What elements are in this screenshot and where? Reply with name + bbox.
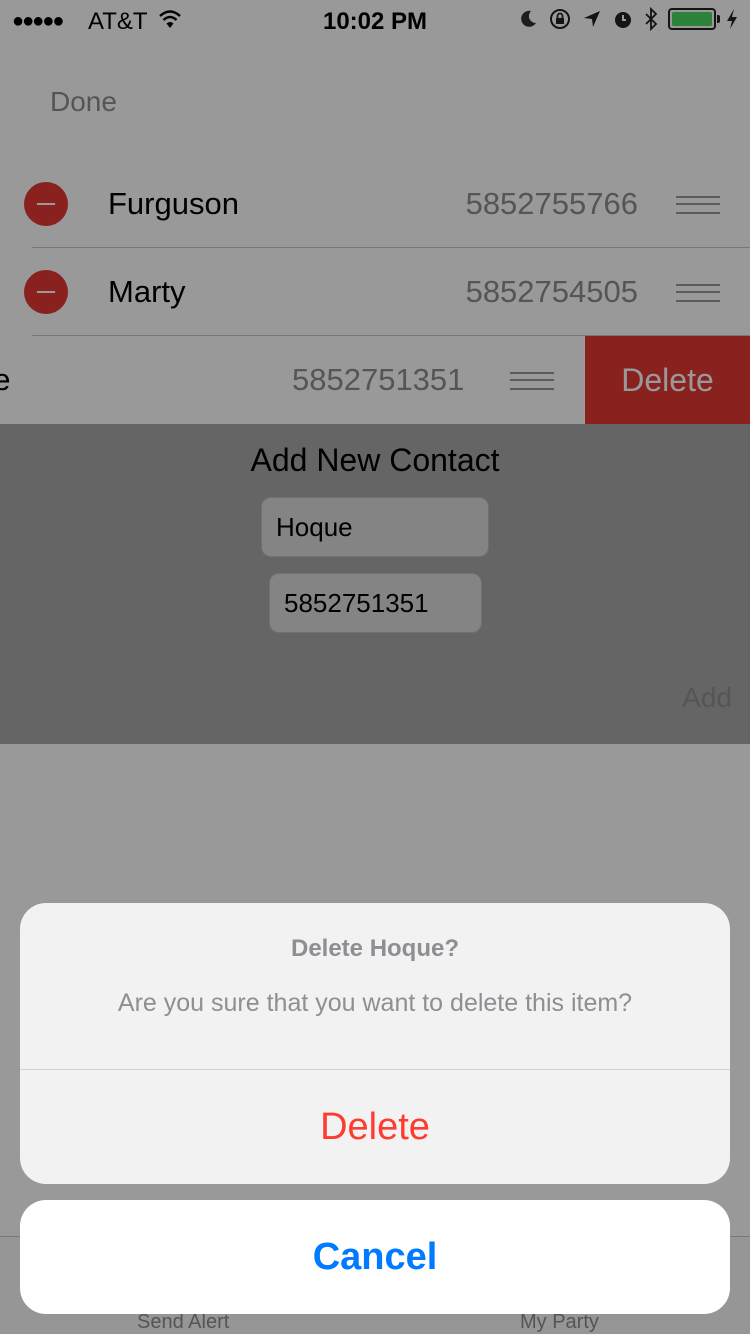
cancel-button[interactable]: Cancel bbox=[20, 1200, 730, 1314]
action-sheet-title: Delete Hoque? bbox=[290, 935, 460, 962]
action-sheet: Delete Hoque? Are you sure that you want… bbox=[20, 903, 730, 1184]
confirm-delete-button[interactable]: Delete bbox=[20, 1070, 730, 1184]
action-sheet-message: Are you sure that you want to delete thi… bbox=[117, 989, 633, 1017]
